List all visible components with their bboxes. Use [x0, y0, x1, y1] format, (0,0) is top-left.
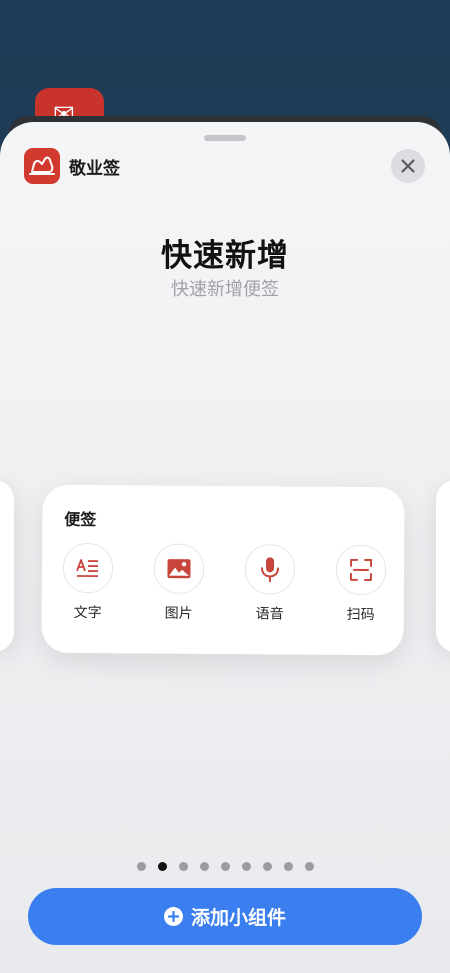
- sheet-grabber[interactable]: [204, 135, 246, 141]
- plus-circle-icon: [163, 907, 183, 926]
- widget-sheet: 敬业签 快速新增 快速新增便签 便签 文字 图片 语音 扫码 添加小组件: [0, 122, 450, 973]
- widget-preview-card[interactable]: 便签 文字 图片 语音 扫码: [41, 484, 405, 656]
- close-button[interactable]: [391, 149, 425, 183]
- page-dot-active[interactable]: [157, 862, 167, 871]
- app-header: 敬业签: [24, 148, 120, 184]
- action-label: 语音: [255, 606, 284, 623]
- previous-widget-card[interactable]: [0, 480, 14, 652]
- app-name: 敬业签: [69, 158, 120, 179]
- action-text[interactable]: 文字: [53, 542, 124, 622]
- image-icon: [153, 543, 205, 594]
- page-dot[interactable]: [304, 862, 314, 871]
- cloud-note-logo-icon: [24, 148, 60, 184]
- action-label: 扫码: [346, 606, 375, 624]
- add-widget-button[interactable]: 添加小组件: [28, 888, 422, 945]
- page-dot[interactable]: [241, 862, 251, 871]
- widget-title: 快速新增: [161, 238, 289, 274]
- widget-subtitle: 快速新增便签: [171, 279, 279, 300]
- action-voice[interactable]: 语音: [235, 544, 306, 623]
- page-dot[interactable]: [178, 862, 188, 871]
- close-icon: [401, 159, 415, 173]
- next-widget-card[interactable]: [436, 480, 450, 652]
- microphone-icon: [244, 544, 296, 595]
- scan-icon: [335, 544, 387, 596]
- action-label: 图片: [164, 605, 193, 622]
- action-label: 文字: [73, 604, 102, 622]
- text-icon: [62, 542, 114, 594]
- widget-card-label: 便签: [64, 509, 97, 530]
- action-image[interactable]: 图片: [144, 543, 215, 622]
- page-indicator[interactable]: [0, 862, 450, 871]
- action-scan[interactable]: 扫码: [326, 544, 397, 624]
- page-dot[interactable]: [136, 862, 146, 871]
- page-dot[interactable]: [262, 862, 272, 871]
- page-dot[interactable]: [220, 862, 230, 871]
- page-dot[interactable]: [283, 862, 293, 871]
- add-widget-label: 添加小组件: [190, 907, 286, 929]
- page-dot[interactable]: [199, 862, 209, 871]
